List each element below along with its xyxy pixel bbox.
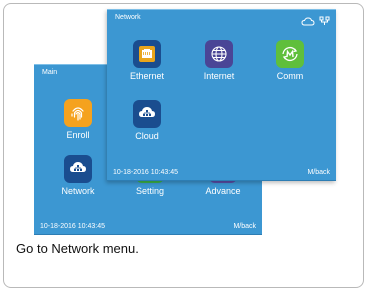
cloud-network-icon [133,100,161,128]
app-label: Ethernet [129,71,165,81]
datetime: 10-18-2016 10:43:45 [40,223,105,230]
globe-icon [205,40,233,68]
app-label: Advance [205,186,241,196]
app-internet[interactable]: Internet [191,40,247,81]
comm-icon [276,40,304,68]
fingerprint-icon [64,99,92,127]
screen-title: Network [115,14,141,21]
status-bar [301,13,330,31]
app-enroll[interactable]: Enroll [50,99,106,140]
instruction-caption: Go to Network menu. [16,241,139,256]
network-status-icon [319,13,330,31]
app-cloud[interactable]: Cloud [119,100,175,141]
screen-title: Main [42,69,58,76]
app-label: Enroll [66,130,90,140]
network-menu-screen: Network Ethernet Internet Comm Cloud 10-… [107,9,336,181]
back-hint[interactable]: M/back [233,223,256,230]
app-label: Cloud [135,131,159,141]
app-comm[interactable]: Comm [262,40,318,81]
ethernet-icon [133,40,161,68]
app-label: Internet [203,71,235,81]
datetime: 10-18-2016 10:43:45 [113,169,178,176]
back-hint[interactable]: M/back [307,169,330,176]
app-ethernet[interactable]: Ethernet [119,40,175,81]
app-label: Setting [135,186,165,196]
app-label: Network [61,186,95,196]
app-label: Comm [276,71,304,81]
cloud-network-icon [64,155,92,183]
cloud-status-icon [301,13,315,31]
app-network[interactable]: Network [50,155,106,196]
